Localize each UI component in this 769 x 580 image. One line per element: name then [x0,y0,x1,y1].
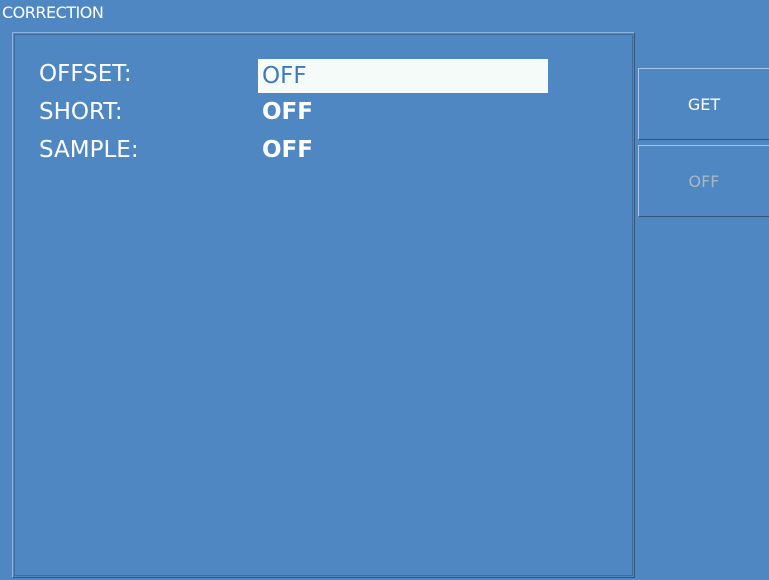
sample-value-field[interactable]: OFF [258,133,548,167]
softkey-off-button[interactable]: OFF [638,145,769,217]
param-row-short: SHORT: OFF [39,97,559,129]
offset-label: OFFSET: [39,61,132,87]
offset-value-field[interactable]: OFF [258,59,548,93]
instrument-screen: CORRECTION OFFSET: OFF SHORT: OFF SAMPLE… [0,0,769,580]
param-row-sample: SAMPLE: OFF [39,135,559,167]
sample-label: SAMPLE: [39,137,139,163]
page-title: CORRECTION [2,3,104,22]
short-value-field[interactable]: OFF [258,95,548,129]
short-label: SHORT: [39,99,123,125]
correction-panel: OFFSET: OFF SHORT: OFF SAMPLE: OFF [12,32,635,578]
softkey-get-button[interactable]: GET [638,68,769,140]
param-row-offset: OFFSET: OFF [39,59,559,93]
